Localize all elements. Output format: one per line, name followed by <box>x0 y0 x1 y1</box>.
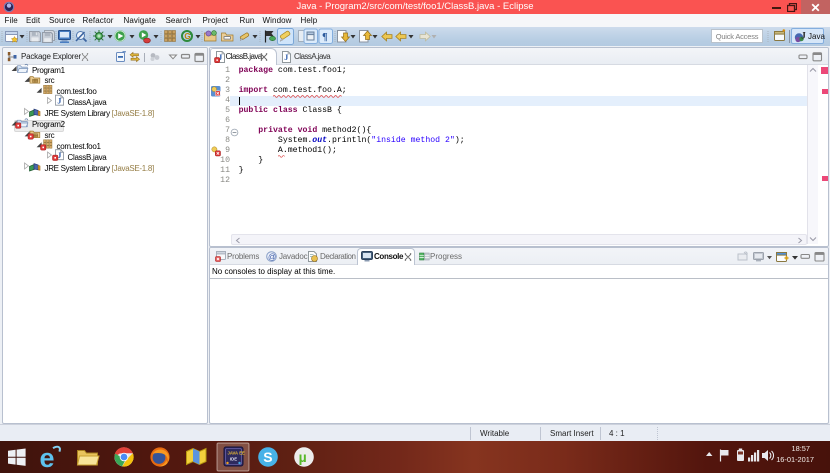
svg-text:JAVA EE: JAVA EE <box>228 451 246 456</box>
svg-text:16-01-2017: 16-01-2017 <box>776 455 814 464</box>
svg-text:J: J <box>284 53 288 62</box>
svg-text:18:57: 18:57 <box>792 444 811 453</box>
svg-text:S: S <box>263 449 272 465</box>
svg-text:G: G <box>184 32 190 41</box>
svg-text:IDE: IDE <box>230 457 237 462</box>
svg-text:J: J <box>801 31 806 41</box>
svg-text:e: e <box>40 443 55 473</box>
svg-text:¶: ¶ <box>322 32 327 43</box>
svg-text:µ: µ <box>299 449 307 465</box>
svg-text:@: @ <box>268 252 276 261</box>
